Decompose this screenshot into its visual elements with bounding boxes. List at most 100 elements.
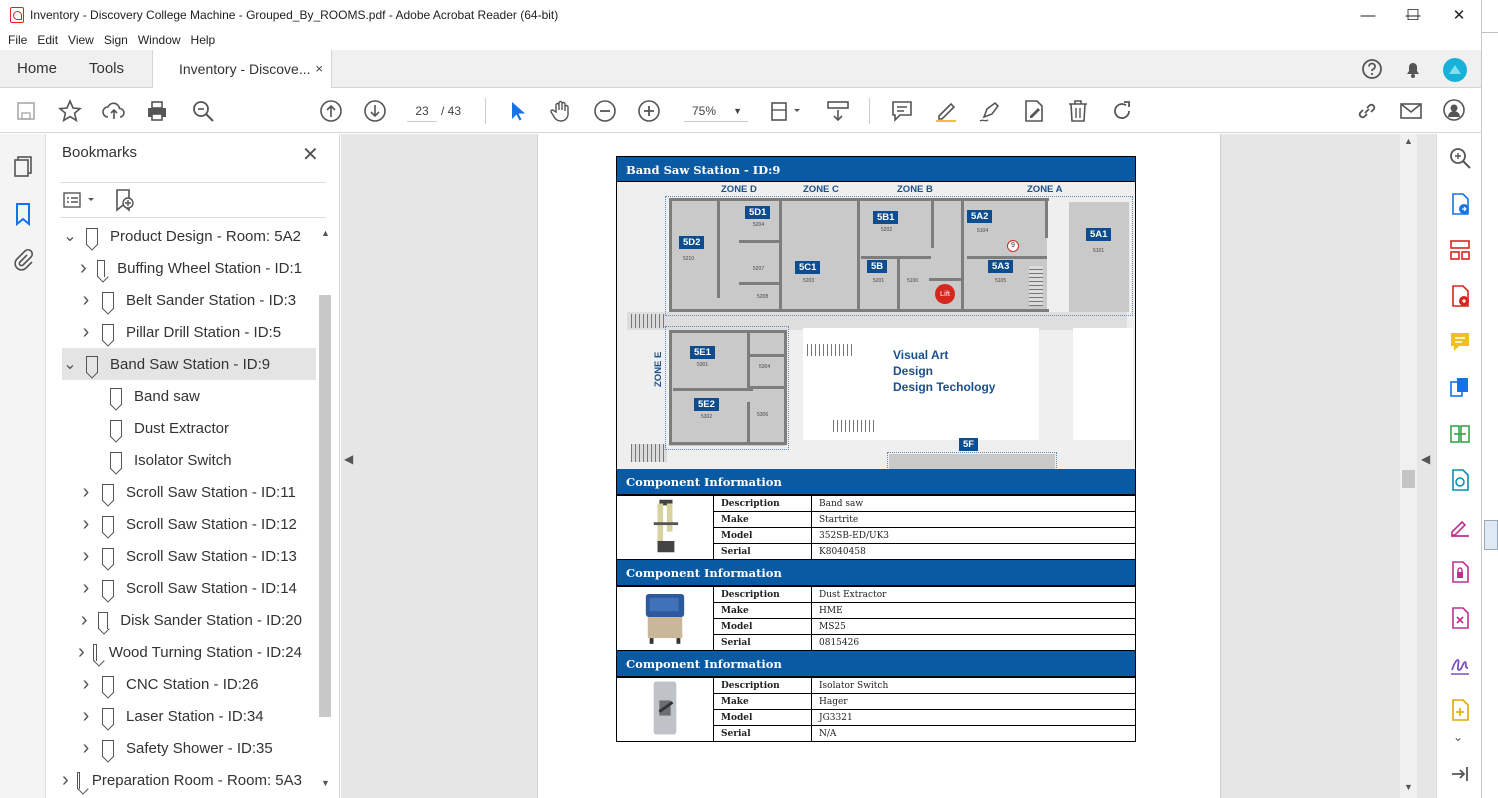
- find-zoom-icon[interactable]: [190, 98, 216, 124]
- tab-home[interactable]: Home: [17, 50, 57, 88]
- chevron-right-icon[interactable]: ›: [62, 769, 69, 792]
- comment-icon[interactable]: [889, 98, 915, 124]
- protect-pdf-icon[interactable]: [1448, 560, 1472, 584]
- document-scrollbar[interactable]: ▲ ▼: [1400, 134, 1417, 798]
- star-bookmark-icon[interactable]: [57, 98, 83, 124]
- sign-pen-icon[interactable]: [977, 98, 1003, 124]
- chevron-right-icon[interactable]: ›: [78, 737, 94, 760]
- bookmarks-panel-icon[interactable]: [11, 202, 35, 226]
- collapse-left-panel-icon[interactable]: ◀: [344, 452, 353, 466]
- organize-pages-icon[interactable]: [1448, 238, 1472, 262]
- scroll-down-icon[interactable]: ▼: [321, 778, 330, 788]
- bookmark-item[interactable]: › Wood Turning Station - ID:24: [78, 636, 302, 668]
- chevron-down-icon[interactable]: ⌄: [62, 354, 78, 374]
- bookmark-item[interactable]: ⌄ Product Design - Room: 5A2: [62, 220, 302, 252]
- select-cursor-icon[interactable]: [504, 98, 530, 124]
- highlight-pen-icon[interactable]: [933, 98, 959, 124]
- page-thumbnails-icon[interactable]: [11, 154, 35, 178]
- close-window-button[interactable]: ✕: [1436, 0, 1481, 30]
- chevron-right-icon[interactable]: ›: [78, 257, 89, 280]
- bookmark-item[interactable]: › Belt Sander Station - ID:3: [78, 284, 302, 316]
- zoom-out-icon[interactable]: [592, 98, 618, 124]
- document-viewport[interactable]: ◀ Band Saw Station - ID:9 ZONE D ZONE C …: [341, 134, 1436, 798]
- document-scrollbar-thumb[interactable]: [1402, 470, 1415, 488]
- edit-pdf-icon[interactable]: [1021, 98, 1047, 124]
- page-display-icon[interactable]: [768, 98, 804, 124]
- search-zoom-icon[interactable]: [1448, 146, 1472, 170]
- bookmark-item[interactable]: › Pillar Drill Station - ID:5: [78, 316, 302, 348]
- bookmark-item[interactable]: › Buffing Wheel Station - ID:1: [78, 252, 302, 284]
- compare-files-icon[interactable]: [1448, 422, 1472, 446]
- redact-icon[interactable]: [1448, 606, 1472, 630]
- bookmark-item[interactable]: › CNC Station - ID:26: [78, 668, 302, 700]
- menu-help[interactable]: Help: [191, 33, 216, 47]
- notifications-bell-icon[interactable]: [1402, 58, 1424, 80]
- menu-file[interactable]: File: [8, 33, 27, 47]
- bookmark-item[interactable]: › Preparation Room - Room: 5A3: [62, 764, 302, 796]
- previous-page-icon[interactable]: [318, 98, 344, 124]
- expand-tools-pane-icon[interactable]: ◀: [1421, 452, 1430, 466]
- chevron-right-icon[interactable]: ›: [78, 289, 94, 312]
- bookmark-item[interactable]: › Scroll Saw Station - ID:12: [78, 508, 302, 540]
- more-tools-icon[interactable]: [1448, 698, 1472, 722]
- zoom-level-select[interactable]: 75% ▼: [684, 100, 748, 122]
- tab-close-icon[interactable]: ×: [315, 50, 323, 88]
- chevron-right-icon[interactable]: ›: [78, 513, 94, 536]
- request-signature-icon[interactable]: [1448, 652, 1472, 676]
- add-user-icon[interactable]: [1442, 98, 1468, 124]
- minimize-button-glyph[interactable]: —: [1345, 0, 1391, 30]
- bookmarks-scrollbar-thumb[interactable]: [319, 295, 331, 717]
- bookmarks-scrollbar[interactable]: ▲ ▼: [318, 220, 332, 798]
- hand-tool-icon[interactable]: [548, 98, 574, 124]
- chevron-right-icon[interactable]: ›: [78, 481, 94, 504]
- email-icon[interactable]: [1398, 98, 1424, 124]
- add-comment-icon[interactable]: [1448, 330, 1472, 354]
- create-pdf-icon[interactable]: [1448, 284, 1472, 308]
- maximize-button[interactable]: ☐: [1390, 0, 1436, 30]
- bookmark-item[interactable]: Isolator Switch: [102, 444, 302, 476]
- help-icon[interactable]: [1361, 58, 1383, 80]
- rotate-icon[interactable]: [1109, 98, 1135, 124]
- menu-window[interactable]: Window: [138, 33, 181, 47]
- bookmark-item[interactable]: › Laser Station - ID:34: [78, 700, 302, 732]
- optimize-pdf-icon[interactable]: [1448, 468, 1472, 492]
- bookmark-item[interactable]: › Scroll Saw Station - ID:13: [78, 540, 302, 572]
- export-pdf-icon[interactable]: [1448, 192, 1472, 216]
- scroll-up-icon[interactable]: ▲: [1404, 136, 1413, 146]
- chevron-right-icon[interactable]: ›: [78, 609, 90, 632]
- upload-cloud-icon[interactable]: [101, 98, 127, 124]
- chevron-down-icon[interactable]: ⌄: [62, 226, 78, 246]
- bookmark-item[interactable]: Band saw: [102, 380, 302, 412]
- scroll-mode-icon[interactable]: [825, 98, 851, 124]
- save-icon[interactable]: [13, 98, 39, 124]
- share-link-icon[interactable]: [1354, 98, 1380, 124]
- new-bookmark-icon[interactable]: [112, 188, 136, 212]
- print-icon[interactable]: [144, 98, 170, 124]
- chevron-right-icon[interactable]: ›: [78, 321, 94, 344]
- page-number-input[interactable]: 23: [407, 100, 437, 122]
- chevron-right-icon[interactable]: ›: [78, 545, 94, 568]
- tab-document[interactable]: Inventory - Discove... ×: [152, 50, 332, 89]
- bookmark-item[interactable]: Dust Extractor: [102, 412, 302, 444]
- menu-edit[interactable]: Edit: [37, 33, 58, 47]
- bookmark-item[interactable]: › Scroll Saw Station - ID:11: [78, 476, 302, 508]
- chevron-right-icon[interactable]: ›: [78, 641, 85, 664]
- chevron-right-icon[interactable]: ›: [78, 673, 94, 696]
- menu-view[interactable]: View: [68, 33, 94, 47]
- combine-files-icon[interactable]: [1448, 376, 1472, 400]
- chevron-right-icon[interactable]: ›: [78, 705, 94, 728]
- chevron-down-icon[interactable]: ⌄: [1453, 730, 1463, 744]
- collapse-tools-pane-icon[interactable]: [1448, 762, 1472, 786]
- tab-tools[interactable]: Tools: [89, 50, 124, 88]
- bookmark-item[interactable]: › Disk Sander Station - ID:20: [78, 604, 302, 636]
- attachments-paperclip-icon[interactable]: [11, 248, 35, 272]
- fill-sign-icon[interactable]: [1448, 514, 1472, 538]
- bookmark-item[interactable]: › Scroll Saw Station - ID:14: [78, 572, 302, 604]
- next-page-icon[interactable]: [362, 98, 388, 124]
- menu-sign[interactable]: Sign: [104, 33, 128, 47]
- close-bookmarks-icon[interactable]: ✕: [302, 142, 319, 167]
- bookmark-options-icon[interactable]: [62, 189, 98, 211]
- zoom-in-icon[interactable]: [636, 98, 662, 124]
- bookmark-item[interactable]: › Safety Shower - ID:35: [78, 732, 302, 764]
- scroll-up-icon[interactable]: ▲: [321, 228, 330, 238]
